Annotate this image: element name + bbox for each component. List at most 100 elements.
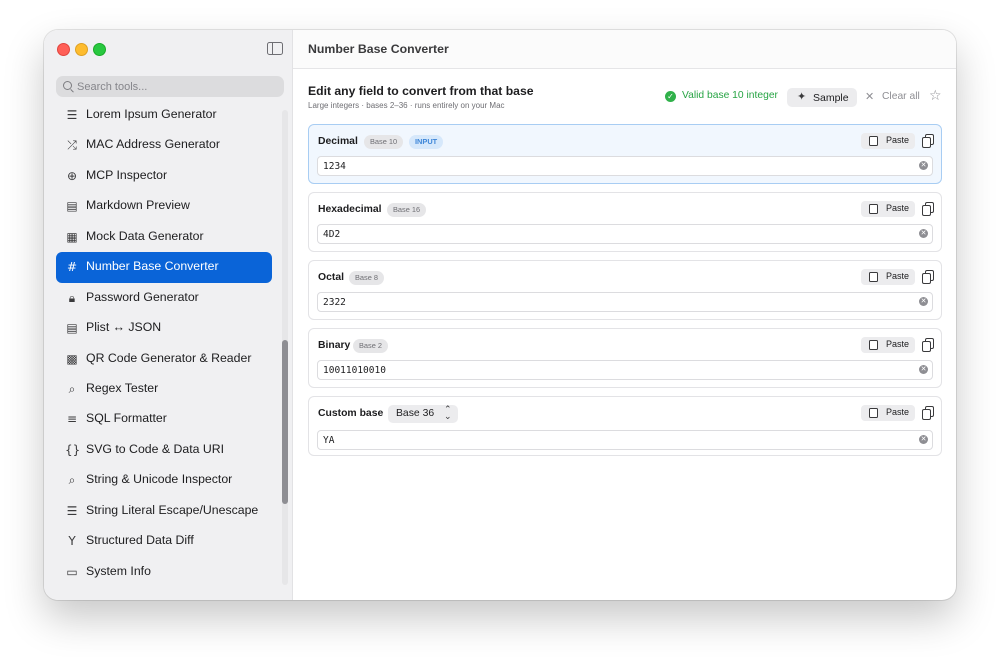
field-label: Binary	[318, 340, 351, 351]
field-label: Hexadecimal	[318, 204, 382, 215]
sidebar-item-string-literal-escape[interactable]: ☰ String Literal Escape/Unescape	[56, 496, 272, 526]
sidebar-item-regex-tester[interactable]: ⌕ Regex Tester	[56, 374, 272, 404]
sample-button[interactable]: ✦ Sample	[787, 88, 857, 107]
sidebar-item-mac-address-generator[interactable]: ⤮ MAC Address Generator	[56, 130, 272, 160]
search-input[interactable]	[77, 76, 277, 97]
base-badge: Base 2	[353, 339, 389, 353]
base-badge: Base 16	[387, 203, 427, 217]
sidebar-item-string-unicode-inspector[interactable]: ⌕ String & Unicode Inspector	[56, 465, 272, 495]
binary-input[interactable]	[323, 361, 903, 379]
clear-field-icon[interactable]: ✕	[919, 229, 928, 238]
clear-all-label: Clear all	[882, 91, 920, 102]
sidebar: ☰ Lorem Ipsum Generator ⤮ MAC Address Ge…	[44, 30, 293, 600]
clipboard-icon	[867, 406, 878, 418]
field-label: Octal	[318, 272, 344, 283]
sidebar-item-system-info[interactable]: ▭ System Info	[56, 557, 272, 587]
copy-icon[interactable]	[921, 269, 935, 285]
paste-button[interactable]: Paste	[861, 201, 915, 217]
sidebar-item-label: Lorem Ipsum Generator	[86, 107, 217, 121]
base-badge: Base 10	[364, 135, 404, 149]
scrollbar-thumb[interactable]	[282, 340, 288, 504]
magnifier-icon: ⌕	[68, 381, 76, 396]
paste-label: Paste	[886, 135, 910, 145]
qr-code-icon: ▩	[66, 351, 78, 366]
custom-base-select[interactable]: Base 36 ⌃ ⌄	[388, 405, 458, 423]
hexadecimal-field: ✕	[317, 224, 933, 244]
sidebar-item-label: System Info	[86, 563, 151, 578]
search-box	[56, 76, 284, 97]
paste-button[interactable]: Paste	[861, 269, 915, 285]
sidebar-item-label: QR Code Generator & Reader	[86, 350, 252, 365]
copy-icon[interactable]	[921, 133, 935, 149]
decimal-card: Decimal Base 10 INPUT Paste ✕	[308, 124, 942, 184]
number-sign-icon: #	[66, 260, 78, 275]
sidebar-item-label: Mock Data Generator	[86, 228, 204, 243]
decimal-input[interactable]	[323, 157, 903, 175]
section-heading: Edit any field to convert from that base	[308, 84, 534, 98]
custom-base-field: ✕	[317, 430, 933, 450]
zoom-window-button[interactable]	[93, 43, 106, 56]
paste-label: Paste	[886, 271, 910, 281]
field-label: Decimal	[318, 136, 358, 147]
braces-icon: {}	[65, 442, 81, 457]
sidebar-item-label: Structured Data Diff	[86, 533, 194, 548]
document-icon: ▤	[66, 199, 78, 214]
copy-icon[interactable]	[921, 337, 935, 353]
sidebar-item-sql-formatter[interactable]: ≡ SQL Formatter	[56, 404, 272, 434]
text-lines-icon: ☰	[66, 503, 78, 518]
clear-field-icon[interactable]: ✕	[919, 435, 928, 444]
align-left-icon: ≡	[66, 412, 78, 427]
sidebar-item-structured-data-diff[interactable]: Y Structured Data Diff	[56, 526, 272, 556]
octal-input[interactable]	[323, 293, 903, 311]
sidebar-item-lorem-ipsum-generator[interactable]: ☰ Lorem Ipsum Generator	[56, 100, 272, 130]
select-value: Base 36	[396, 408, 435, 419]
sidebar-item-number-base-converter[interactable]: # Number Base Converter	[56, 252, 272, 283]
title-bar: Number Base Converter	[293, 30, 956, 69]
star-icon[interactable]: ☆	[929, 88, 942, 104]
sidebar-item-mcp-inspector[interactable]: ⊕ MCP Inspector	[56, 161, 272, 191]
up-down-chevron-icon: ⌃ ⌄	[444, 405, 452, 422]
clear-field-icon[interactable]: ✕	[919, 365, 928, 374]
tool-list: ☰ Lorem Ipsum Generator ⤮ MAC Address Ge…	[56, 100, 272, 587]
minimize-window-button[interactable]	[75, 43, 88, 56]
sidebar-item-label: SVG to Code & Data URI	[86, 441, 225, 456]
sidebar-item-markdown-preview[interactable]: ▤ Markdown Preview	[56, 191, 272, 221]
sidebar-item-label: MCP Inspector	[86, 167, 168, 182]
sparkle-icon: ✦	[797, 90, 807, 103]
clear-field-icon[interactable]: ✕	[919, 297, 928, 306]
clipboard-icon	[867, 134, 878, 146]
clear-field-icon[interactable]: ✕	[919, 161, 928, 170]
sidebar-item-label: String & Unicode Inspector	[86, 472, 233, 487]
clipboard-icon	[867, 270, 878, 282]
clear-all-button[interactable]: ✕ Clear all	[865, 89, 921, 106]
sidebar-item-mock-data-generator[interactable]: ▦ Mock Data Generator	[56, 222, 272, 252]
input-badge: INPUT	[409, 135, 444, 149]
custom-base-input[interactable]	[323, 431, 903, 449]
sidebar-item-label: Password Generator	[86, 289, 199, 304]
sidebar-item-password-generator[interactable]: 🔒︎ Password Generator	[56, 283, 272, 313]
sidebar-toggle-icon[interactable]	[267, 42, 283, 55]
copy-icon[interactable]	[921, 405, 935, 421]
sidebar-item-svg-to-code[interactable]: {} SVG to Code & Data URI	[56, 435, 272, 465]
clipboard-icon	[867, 202, 878, 214]
hexadecimal-input[interactable]	[323, 225, 903, 243]
copy-icon[interactable]	[921, 201, 935, 217]
paste-button[interactable]: Paste	[861, 405, 915, 421]
merge-arrow-icon: Y	[68, 534, 76, 549]
sidebar-item-qr-code-generator[interactable]: ▩ QR Code Generator & Reader	[56, 344, 272, 374]
app-window: ☰ Lorem Ipsum Generator ⤮ MAC Address Ge…	[44, 30, 956, 600]
paste-label: Paste	[886, 203, 910, 213]
binary-field: ✕	[317, 360, 933, 380]
sidebar-scrollbar[interactable]	[282, 110, 288, 585]
shuffle-icon: ⤮	[67, 138, 77, 153]
base-badge: Base 8	[349, 271, 385, 285]
paste-button[interactable]: Paste	[861, 133, 915, 149]
sidebar-item-plist-json[interactable]: ▤ Plist ↔ JSON	[56, 313, 272, 343]
hexadecimal-card: Hexadecimal Base 16 Paste ✕	[308, 192, 942, 252]
sidebar-item-label: MAC Address Generator	[86, 137, 220, 152]
clipboard-icon	[867, 338, 878, 350]
paste-button[interactable]: Paste	[861, 337, 915, 353]
close-window-button[interactable]	[57, 43, 70, 56]
paste-label: Paste	[886, 407, 910, 417]
checkmark-circle-icon: ✓	[665, 91, 676, 102]
